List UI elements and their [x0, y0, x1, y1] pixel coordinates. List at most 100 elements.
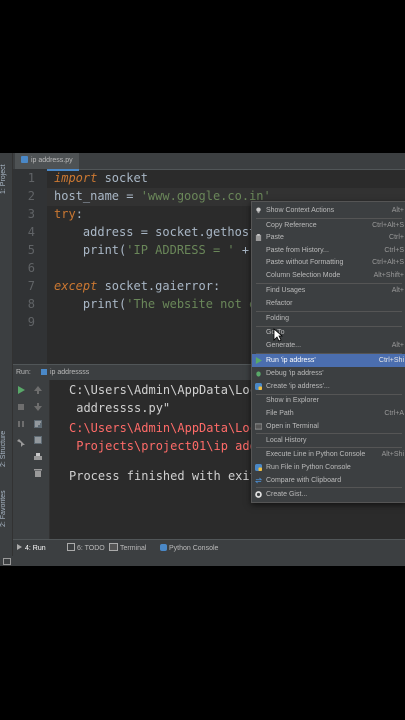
status-bar: [0, 556, 405, 566]
menu-item-open-in-terminal[interactable]: Open in Terminal: [252, 420, 405, 433]
string-literal: 'IP ADDRESS = ': [126, 243, 235, 257]
menu-item-shortcut: Alt+Shift+: [373, 272, 404, 279]
run-config-tab[interactable]: ip addressss: [41, 365, 89, 380]
python-icon: [255, 464, 262, 471]
menu-item-label: Execute Line in Python Console: [266, 451, 366, 458]
bottom-tool-bar: 4: Run 6: TODO Terminal Python Console: [13, 539, 405, 557]
code-line-8: print('The website not exi: [54, 297, 271, 311]
file-tab-label: ip address.py: [31, 157, 73, 164]
menu-item-show-context-actions[interactable]: Show Context Actions Alt+: [252, 204, 405, 217]
menu-item-shortcut: Ctrl+Shi: [378, 357, 404, 364]
left-tool-strip: 1: Project 2: Structure 2: Favorites: [0, 153, 13, 566]
down-arrow-icon[interactable]: [33, 402, 43, 412]
terminal-tool-tab-label: Terminal: [120, 545, 147, 552]
menu-item-find-usages[interactable]: Find Usages Alt+: [252, 284, 405, 297]
string-literal: 'The website not exi: [126, 297, 271, 311]
run-tool-tab-label: 4: Run: [25, 545, 46, 552]
pause-icon[interactable]: [16, 419, 26, 429]
run-icon: [255, 357, 262, 364]
menu-item-label: Show in Explorer: [266, 397, 319, 404]
soft-wrap-icon[interactable]: [33, 419, 43, 429]
menu-item-shortcut: Ctrl+A: [384, 410, 404, 417]
lightbulb-icon: [256, 207, 261, 214]
terminal-icon: [255, 423, 262, 430]
print-icon[interactable]: [33, 452, 43, 462]
menu-item-run-ip-address[interactable]: Run 'ip address' Ctrl+Shi: [252, 354, 405, 367]
menu-item-create-ip-address[interactable]: Create 'ip address'...: [252, 380, 405, 393]
python-console-tool-tab[interactable]: Python Console: [160, 540, 218, 557]
todo-tool-tab-label: 6: TODO: [77, 545, 105, 552]
console-exit-line: Process finished with exit co: [69, 469, 279, 483]
bug-icon: [256, 371, 261, 377]
todo-tool-tab[interactable]: 6: TODO: [67, 540, 105, 557]
menu-item-label: Folding: [266, 315, 289, 322]
menu-item-label: Run File in Python Console: [266, 464, 351, 471]
stop-icon[interactable]: [16, 402, 26, 412]
project-tool-tab[interactable]: 1: Project: [0, 159, 12, 199]
favorites-tool-tab[interactable]: 2: Favorites: [0, 485, 12, 533]
keyword: import: [54, 171, 98, 185]
line-number: 1: [27, 171, 35, 185]
line-number: 6: [27, 261, 35, 275]
menu-item-show-in-explorer[interactable]: Show in Explorer: [252, 394, 405, 407]
pin-icon[interactable]: [16, 438, 26, 448]
menu-item-label: Local History: [266, 437, 307, 444]
menu-item-debug-ip-address[interactable]: Debug 'ip address': [252, 367, 405, 380]
trash-icon[interactable]: [33, 468, 43, 478]
menu-item-run-file-in-console[interactable]: Run File in Python Console: [252, 461, 405, 474]
menu-item-folding[interactable]: Folding: [252, 312, 405, 325]
console-error-line: Projects\project01\ip addres: [69, 439, 279, 453]
python-console-icon: [160, 544, 167, 551]
menu-item-column-selection-mode[interactable]: Column Selection Mode Alt+Shift+: [252, 269, 405, 282]
line-number: 9: [27, 315, 35, 329]
python-console-tool-tab-label: Python Console: [169, 545, 219, 552]
status-layout-icon[interactable]: [3, 558, 11, 565]
up-arrow-icon[interactable]: [33, 385, 43, 395]
menu-item-create-gist[interactable]: Create Gist...: [252, 488, 405, 501]
menu-item-label: Paste: [266, 234, 284, 241]
rerun-icon[interactable]: [16, 385, 26, 395]
menu-item-refactor[interactable]: Refactor: [252, 297, 405, 310]
github-icon: [255, 491, 262, 498]
run-tool-tab[interactable]: 4: Run: [17, 540, 46, 557]
code-text: print(: [54, 243, 127, 257]
menu-item-label: Create 'ip address'...: [266, 383, 330, 390]
menu-item-shortcut: Ctrl+Alt+S: [372, 259, 404, 266]
menu-item-execute-line[interactable]: Execute Line in Python Console Alt+Shi: [252, 448, 405, 461]
menu-item-file-path[interactable]: File Path Ctrl+A: [252, 407, 405, 420]
menu-item-label: Compare with Clipboard: [266, 477, 342, 484]
menu-item-paste[interactable]: Paste Ctrl+: [252, 231, 405, 244]
line-number: 7: [27, 279, 35, 293]
terminal-tool-tab[interactable]: Terminal: [109, 540, 146, 557]
menu-item-label: Paste without Formatting: [266, 259, 344, 266]
menu-item-label: Find Usages: [266, 287, 306, 294]
menu-item-shortcut: Alt+Shi: [381, 451, 404, 458]
scroll-to-end-icon[interactable]: [33, 435, 43, 445]
menu-item-shortcut: Alt+: [391, 287, 404, 294]
line-number: 2: [27, 189, 35, 203]
menu-item-shortcut: Alt+: [391, 207, 404, 214]
line-number: 8: [27, 297, 35, 311]
menu-item-paste-without-formatting[interactable]: Paste without Formatting Ctrl+Alt+S: [252, 256, 405, 269]
code-text: :: [75, 207, 83, 221]
menu-item-label: Refactor: [266, 300, 293, 307]
code-line-1: import socket: [54, 171, 148, 185]
run-toolbar: [13, 380, 50, 540]
code-text: host_name =: [54, 189, 141, 203]
console-line: addressss.py": [69, 401, 171, 415]
line-number: 5: [27, 243, 35, 257]
compare-icon: [255, 477, 262, 484]
run-icon: [17, 544, 22, 550]
structure-tool-tab[interactable]: 2: Structure: [0, 425, 12, 473]
keyword: try: [54, 207, 76, 221]
line-number: 4: [27, 225, 35, 239]
keyword: except: [54, 279, 98, 293]
menu-item-compare-with-clipboard[interactable]: Compare with Clipboard: [252, 474, 405, 487]
menu-item-label: Open in Terminal: [266, 423, 319, 430]
line-number: 3: [27, 207, 35, 221]
terminal-icon: [109, 543, 118, 551]
code-line-5: print('IP ADDRESS = ' + ad: [54, 243, 271, 257]
editor-context-menu: Show Context Actions Alt+ Copy Reference C…: [251, 201, 405, 503]
menu-item-local-history[interactable]: Local History: [252, 434, 405, 447]
menu-item-label: Generate...: [266, 342, 302, 349]
